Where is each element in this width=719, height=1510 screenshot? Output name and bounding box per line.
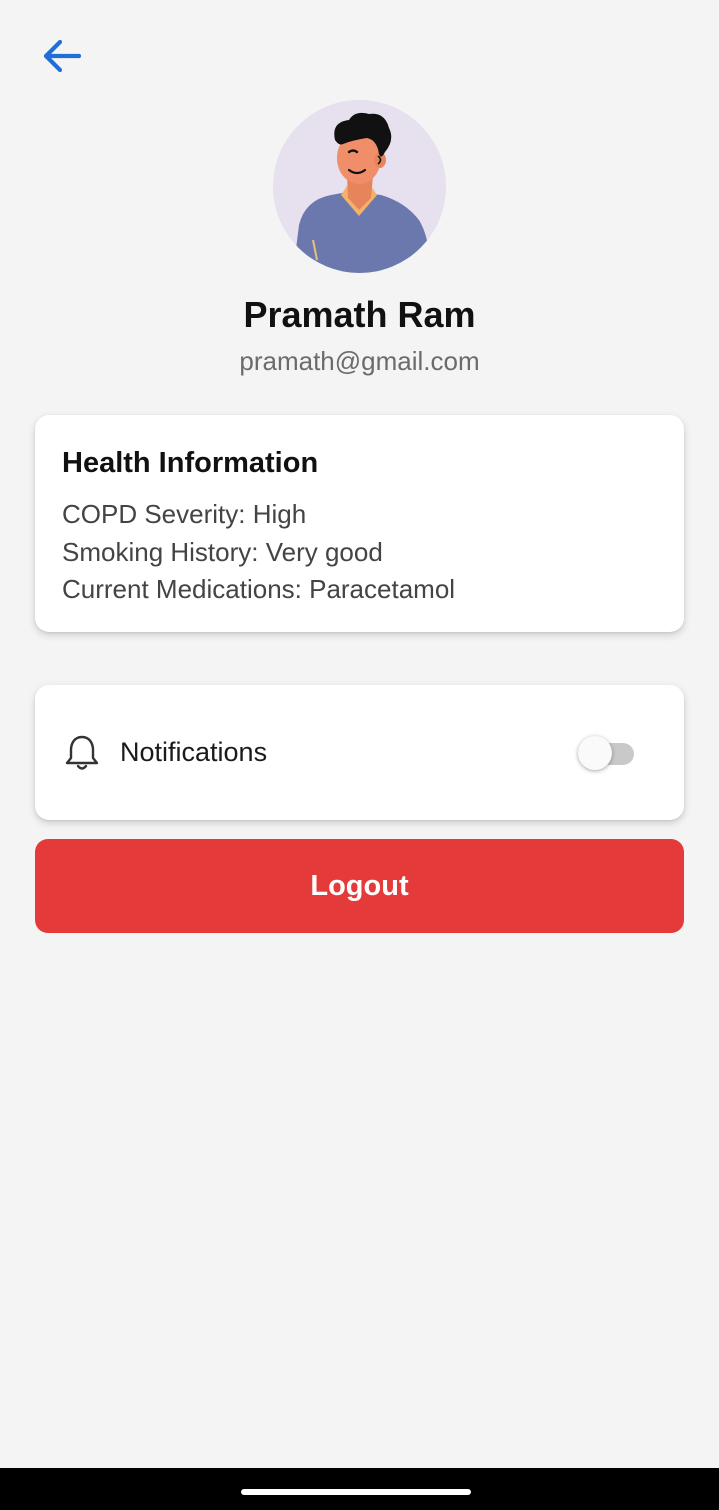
health-info-card: Health Information COPD Severity: High S… — [35, 415, 684, 632]
profile-email: pramath@gmail.com — [239, 346, 480, 376]
copd-severity: COPD Severity: High — [62, 499, 307, 529]
avatar — [273, 100, 446, 273]
system-nav-bar — [0, 1468, 719, 1510]
notifications-toggle[interactable] — [578, 733, 638, 773]
home-indicator[interactable] — [241, 1489, 471, 1495]
toggle-thumb — [578, 735, 612, 770]
bell-icon — [65, 735, 99, 770]
profile-name: Pramath Ram — [243, 294, 476, 335]
notifications-label: Notifications — [120, 737, 268, 767]
current-medications: Current Medications: Paracetamol — [62, 574, 456, 604]
notifications-card: Notifications — [35, 685, 684, 820]
avatar-illustration — [273, 100, 446, 273]
health-info-title: Health Information — [62, 447, 319, 479]
smoking-history: Smoking History: Very good — [62, 536, 383, 567]
arrow-left-icon — [43, 39, 82, 73]
back-button[interactable] — [36, 34, 86, 78]
logout-button[interactable]: Logout — [35, 839, 684, 933]
